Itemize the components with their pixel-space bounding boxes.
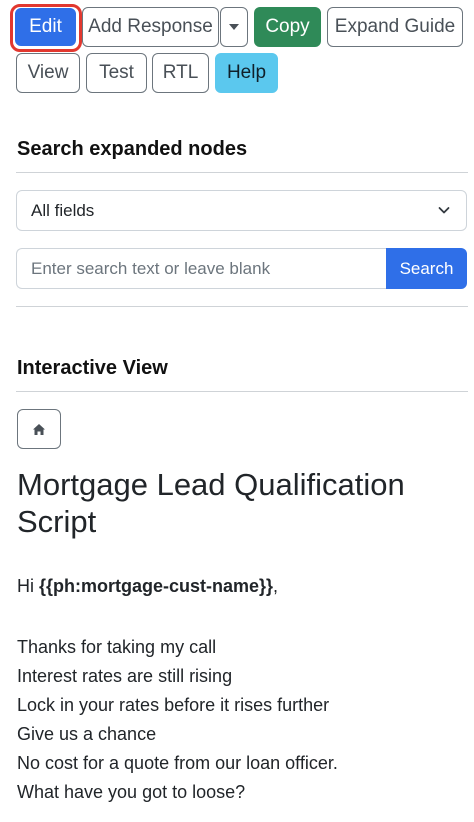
greeting-prefix: Hi [17,576,39,596]
chevron-down-icon [438,207,450,214]
greeting-line: Hi {{ph:mortgage-cust-name}}, [17,576,278,597]
expand-guide-button[interactable]: Expand Guide [327,7,463,47]
rtl-button[interactable]: RTL [152,53,209,93]
add-response-dropdown-toggle[interactable] [220,7,248,47]
interactive-view-heading: Interactive View [17,357,168,379]
search-button[interactable]: Search [386,248,467,289]
page: Edit Add Response Copy Expand Guide View… [0,0,474,822]
script-line: Give us a chance [17,724,157,744]
script-line: Lock in your rates before it rises furth… [17,695,330,715]
script-line: No cost for a quote from our loan office… [17,753,338,773]
search-bottom-divider [16,306,468,307]
copy-button[interactable]: Copy [254,7,321,47]
search-input[interactable] [16,248,386,289]
script-body: Thanks for taking my call Interest rates… [17,633,338,807]
search-section-divider [16,172,468,173]
caret-down-icon [229,24,239,30]
script-title: Mortgage Lead Qualification Script [17,467,405,539]
field-select-value: All fields [31,200,95,220]
interactive-view-divider [16,391,468,392]
view-button[interactable]: View [16,53,80,93]
search-section-heading: Search expanded nodes [17,138,248,160]
search-group: Search [16,248,467,289]
add-response-button[interactable]: Add Response [82,7,219,47]
script-line: What have you got to loose? [17,782,246,802]
script-line: Interest rates are still rising [17,666,233,686]
help-button[interactable]: Help [215,53,278,93]
edit-button[interactable]: Edit [15,8,76,46]
test-button[interactable]: Test [86,53,147,93]
home-icon [33,423,45,435]
greeting-suffix: , [273,576,279,596]
home-button[interactable] [17,409,61,449]
field-select[interactable]: All fields [16,190,467,231]
customer-name-placeholder: {{ph:mortgage-cust-name}} [39,576,274,596]
script-line: Thanks for taking my call [17,637,217,657]
